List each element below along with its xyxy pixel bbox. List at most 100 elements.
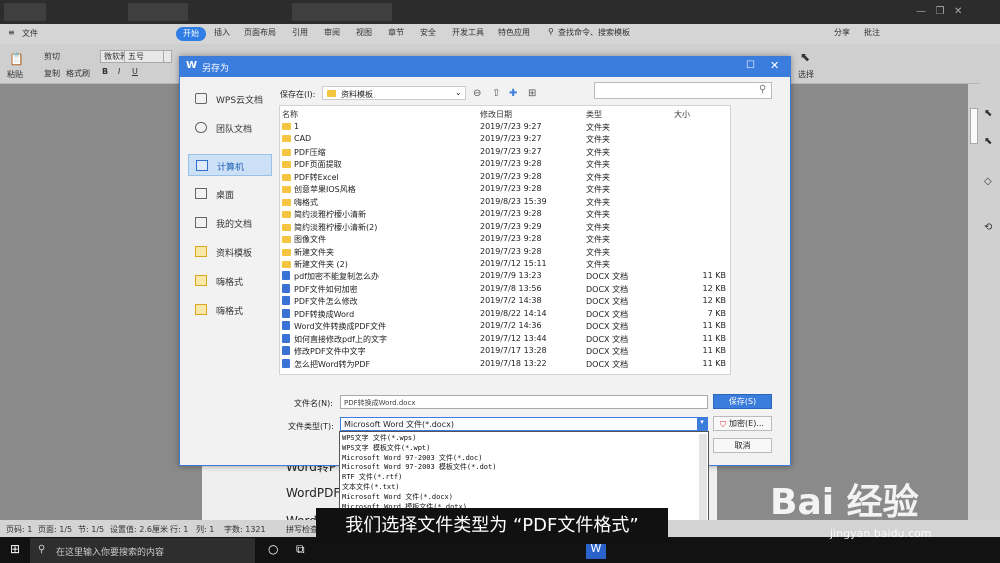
- column-size[interactable]: 大小: [674, 109, 690, 120]
- chevron-down-icon[interactable]: ▾: [697, 418, 707, 430]
- file-name: PDF文件如何加密: [282, 283, 358, 295]
- scroll-thumb[interactable]: [970, 108, 978, 144]
- tab-review[interactable]: 审阅: [324, 27, 340, 38]
- shape-icon[interactable]: ◇: [984, 176, 992, 187]
- status-row: 行: 1: [170, 525, 189, 534]
- tab-insert[interactable]: 插入: [214, 27, 230, 38]
- file-list[interactable]: 名称 修改日期 类型 大小 1 2019/7/23 9:27 文件夹 CAD 2019/…: [279, 105, 731, 375]
- ribbon-search[interactable]: 查找命令、搜索模板: [558, 27, 630, 38]
- file-row[interactable]: PDF转换成Word 2019/8/22 14:14 DOCX 文档 7 KB: [280, 308, 730, 320]
- file-size: 11 KB: [702, 333, 726, 343]
- format-painter-button[interactable]: 格式刷: [66, 68, 90, 79]
- file-row[interactable]: 嗨格式 2019/8/23 15:39 文件夹: [280, 196, 730, 208]
- filetype-option[interactable]: Microsoft Word 97-2003 文件(*.doc): [342, 453, 482, 463]
- task-view-icon[interactable]: ⧉: [296, 542, 305, 557]
- sidebar-item-team-docs[interactable]: 团队文档: [188, 117, 272, 139]
- file-row[interactable]: 怎么把Word转为PDF 2019/7/18 13:22 DOCX 文档 11 KB: [280, 358, 730, 370]
- sidebar-item-templates[interactable]: 资料模板: [188, 241, 272, 263]
- wps-tab[interactable]: [4, 3, 46, 21]
- file-row[interactable]: PDF页面提取 2019/7/23 9:28 文件夹: [280, 158, 730, 170]
- window-controls[interactable]: — ❐ ✕: [916, 6, 996, 18]
- filetype-option[interactable]: 文本文件(*.txt): [342, 482, 400, 492]
- file-row[interactable]: PDF压缩 2019/7/23 9:27 文件夹: [280, 146, 730, 158]
- file-row[interactable]: PDF文件如何加密 2019/7/8 13:56 DOCX 文档 12 KB: [280, 283, 730, 295]
- italic-button[interactable]: I: [118, 67, 120, 76]
- sidebar-item-my-docs[interactable]: 我的文档: [188, 212, 272, 234]
- file-row[interactable]: 简约淡雅柠檬小清新(2) 2019/7/23 9:29 文件夹: [280, 221, 730, 233]
- file-row[interactable]: pdf加密不能复制怎么办 2019/7/9 13:23 DOCX 文档 11 KB: [280, 270, 730, 282]
- view-grid-icon[interactable]: ⊞: [528, 88, 536, 99]
- file-date: 2019/7/23 9:27: [480, 146, 542, 156]
- file-row[interactable]: PDF文件怎么修改 2019/7/2 14:38 DOCX 文档 12 KB: [280, 295, 730, 307]
- backup-icon[interactable]: ⟲: [984, 222, 992, 233]
- save-button[interactable]: 保存(S): [713, 394, 772, 409]
- pointer-icon[interactable]: ⬉: [984, 108, 992, 119]
- file-row[interactable]: 修改PDF文件中文字 2019/7/17 13:28 DOCX 文档 11 KB: [280, 345, 730, 357]
- encrypt-button[interactable]: ⛉ 加密(E)...: [713, 416, 772, 431]
- tab-view[interactable]: 视图: [356, 27, 372, 38]
- column-name[interactable]: 名称: [282, 109, 298, 120]
- paste-button[interactable]: 粘贴: [7, 69, 23, 80]
- tab-developer[interactable]: 开发工具: [452, 27, 484, 38]
- font-size-select[interactable]: 五号: [124, 50, 164, 63]
- doc-tab-2[interactable]: [292, 3, 392, 21]
- new-folder-icon[interactable]: ✚: [509, 88, 517, 99]
- sidebar-item-hi-format-2[interactable]: 嗨格式: [188, 299, 272, 321]
- file-row[interactable]: CAD 2019/7/23 9:27 文件夹: [280, 133, 730, 145]
- taskbar-search[interactable]: ⚲ 在这里输入你要搜索的内容: [30, 538, 255, 563]
- save-in-select[interactable]: 资料模板 ⌄: [322, 86, 466, 100]
- filetype-option[interactable]: Microsoft Word 97-2003 模板文件(*.dot): [342, 462, 496, 472]
- tab-layout[interactable]: 页面布局: [244, 27, 276, 38]
- folder-icon: [282, 186, 291, 194]
- cortana-icon[interactable]: ○: [268, 542, 278, 556]
- file-row[interactable]: 新建文件夹 2019/7/23 9:28 文件夹: [280, 246, 730, 258]
- search-input[interactable]: ⚲: [594, 82, 772, 99]
- close-icon[interactable]: ✕: [770, 59, 779, 72]
- file-row[interactable]: 创意苹果IOS风格 2019/7/23 9:28 文件夹: [280, 183, 730, 195]
- select-button[interactable]: 选择: [798, 69, 814, 80]
- file-row[interactable]: 图像文件 2019/7/23 9:28 文件夹: [280, 233, 730, 245]
- file-row[interactable]: PDF转Excel 2019/7/23 9:28 文件夹: [280, 171, 730, 183]
- file-row[interactable]: 1 2019/7/23 9:27 文件夹: [280, 121, 730, 133]
- cancel-button[interactable]: 取消: [713, 438, 772, 453]
- status-spell[interactable]: 拼写检查: [286, 524, 318, 535]
- filetype-option[interactable]: Microsoft Word 文件(*.docx): [342, 492, 453, 502]
- sidebar-item-computer[interactable]: 计算机: [188, 154, 272, 176]
- tab-security[interactable]: 安全: [420, 27, 436, 38]
- maximize-icon[interactable]: ☐: [746, 60, 755, 71]
- filetype-select[interactable]: Microsoft Word 文件(*.docx) ▾: [340, 417, 708, 431]
- file-menu[interactable]: 文件: [22, 28, 38, 39]
- file-type: 文件夹: [586, 123, 610, 132]
- copy-button[interactable]: 复制: [44, 68, 60, 79]
- filetype-option[interactable]: WPS文字 模板文件(*.wpt): [342, 443, 430, 453]
- filetype-option[interactable]: RTF 文件(*.rtf): [342, 472, 402, 482]
- doc-tab[interactable]: [128, 3, 188, 21]
- comment-button[interactable]: 批注: [864, 27, 880, 38]
- file-row[interactable]: 简约淡雅柠檬小清新 2019/7/23 9:28 文件夹: [280, 208, 730, 220]
- file-row[interactable]: Word文件转换成PDF文件 2019/7/2 14:36 DOCX 文档 11 KB: [280, 320, 730, 332]
- sidebar-item-wps-cloud[interactable]: WPS云文档: [188, 88, 272, 110]
- menu-icon[interactable]: ≡: [8, 28, 15, 37]
- paste-icon[interactable]: 📋: [9, 52, 24, 66]
- tab-start[interactable]: 开始: [176, 27, 206, 41]
- column-type[interactable]: 类型: [586, 109, 602, 120]
- sidebar-item-hi-format[interactable]: 嗨格式: [188, 270, 272, 292]
- column-date[interactable]: 修改日期: [480, 109, 512, 120]
- file-row[interactable]: 新建文件夹 (2) 2019/7/12 15:11 文件夹: [280, 258, 730, 270]
- up-folder-icon[interactable]: ⇧: [492, 88, 500, 99]
- tab-references[interactable]: 引用: [292, 27, 308, 38]
- underline-button[interactable]: U: [132, 67, 138, 76]
- file-row[interactable]: 如何直接修改pdf上的文字 2019/7/12 13:44 DOCX 文档 11 KB: [280, 333, 730, 345]
- filename-input[interactable]: PDF转换成Word.docx: [340, 395, 708, 409]
- tab-chapter[interactable]: 章节: [388, 27, 404, 38]
- bold-button[interactable]: B: [102, 67, 108, 76]
- sidebar-item-desktop[interactable]: 桌面: [188, 183, 272, 205]
- back-icon[interactable]: ⊖: [473, 88, 481, 99]
- tab-features[interactable]: 特色应用: [498, 27, 530, 38]
- windows-start-icon[interactable]: ⊞: [10, 542, 20, 556]
- cut-button[interactable]: 剪切: [44, 51, 60, 62]
- select-icon[interactable]: ⬉: [800, 50, 810, 64]
- filetype-option[interactable]: WPS文字 文件(*.wps): [342, 433, 416, 443]
- pointer-icon[interactable]: ⬉: [984, 136, 992, 147]
- share-button[interactable]: 分享: [834, 27, 850, 38]
